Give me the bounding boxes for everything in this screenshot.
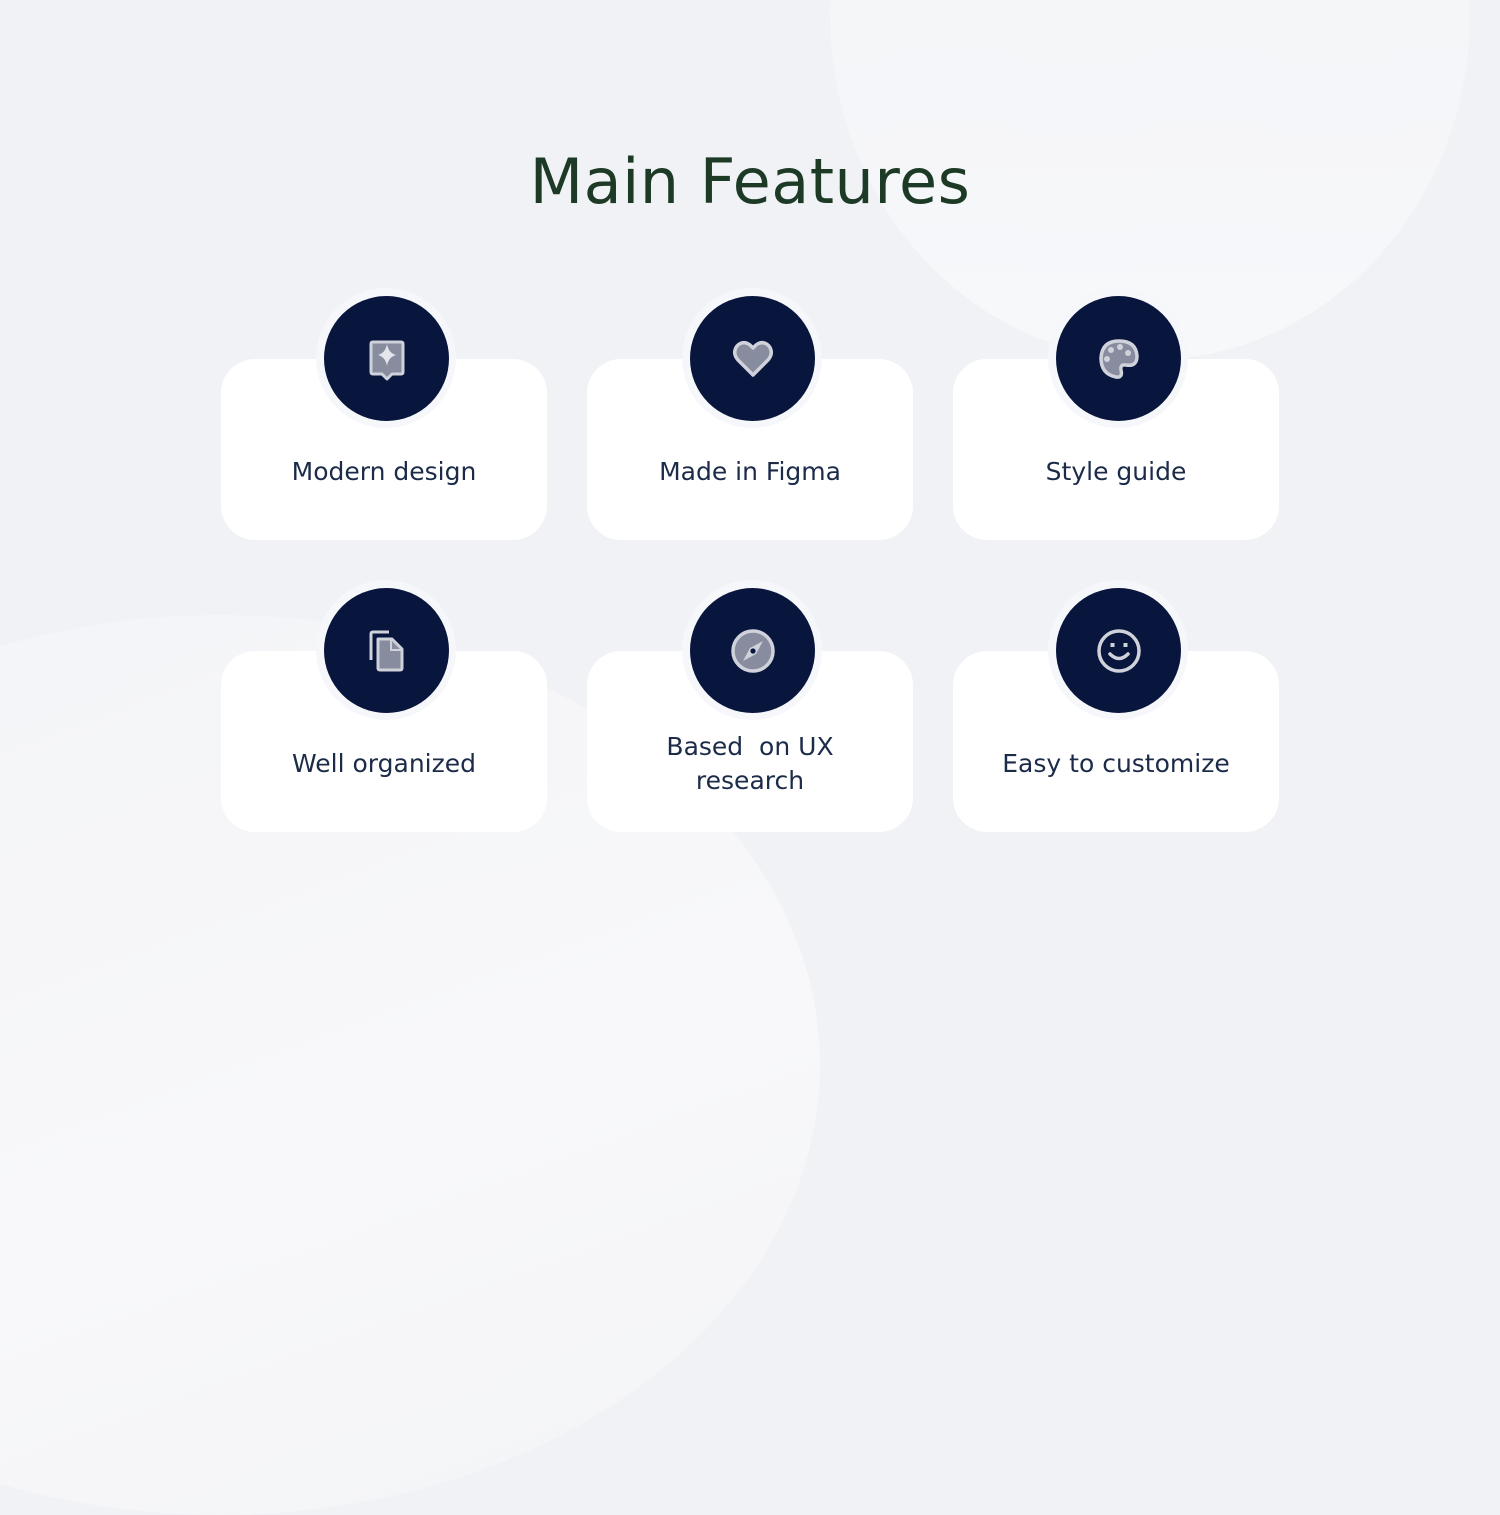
feature-icon-badge [1056, 588, 1181, 713]
copy-documents-icon [369, 630, 403, 671]
feature-label-line-2: research [695, 766, 805, 795]
heart-icon [732, 340, 773, 377]
feature-icon-badge [324, 588, 449, 713]
feature-icon-badge [324, 296, 449, 421]
feature-label: Easy to customize [1002, 749, 1230, 778]
palette-icon [1098, 338, 1139, 379]
feature-icon-badge [1056, 296, 1181, 421]
feature-label: Well organized [292, 749, 476, 778]
feature-label: Style guide [1045, 457, 1187, 486]
feature-label-line-1: Based on UX [666, 732, 834, 761]
feature-icon-badge [690, 588, 815, 713]
feature-label: Modern design [291, 457, 477, 486]
feature-label: Based on UX research [587, 730, 913, 798]
smiley-icon [1096, 628, 1141, 673]
sparkle-badge-icon [369, 340, 404, 380]
feature-icon-badge [690, 296, 815, 421]
compass-icon [730, 628, 775, 673]
feature-label: Made in Figma [659, 457, 841, 486]
page-title: Main Features [529, 145, 971, 218]
